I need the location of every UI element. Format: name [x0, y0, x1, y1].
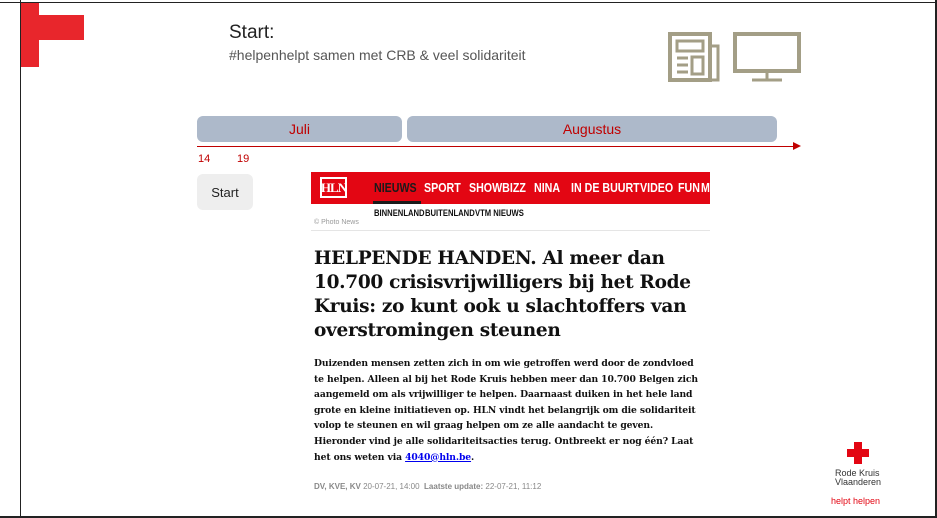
brand-name: Rode Kruis Vlaanderen — [835, 469, 881, 487]
brand-name-line2: Vlaanderen — [835, 477, 882, 487]
subnav-buitenland[interactable]: BUITENLAND — [425, 208, 475, 218]
tv-monitor-icon — [732, 31, 802, 87]
hln-navbar: HLN NIEUWS SPORT SHOWBIZZ NINA IN DE BUU… — [311, 172, 710, 204]
slide-title: Start: — [229, 22, 275, 43]
red-cross-icon — [847, 442, 869, 468]
nav-video[interactable]: VIDEO — [640, 180, 673, 195]
update-label: Laatste update: — [424, 482, 484, 491]
start-button[interactable]: Start — [197, 174, 253, 210]
article-meta: DV, KVE, KV 20-07-21, 14:00 Laatste upda… — [314, 482, 541, 491]
subnav-binnenland[interactable]: BINNENLAND — [374, 208, 425, 218]
timeline-arrow-icon — [793, 142, 801, 150]
article-date: 20-07-21, 14:00 — [363, 482, 420, 491]
update-date: 22-07-21, 11:12 — [485, 482, 542, 491]
article-body-text: Duizenden mensen zetten zich in om wie g… — [314, 358, 698, 463]
nav-nina[interactable]: NINA — [534, 180, 560, 195]
photo-credit: © Photo News — [314, 219, 359, 226]
hln-article: HLN NIEUWS SPORT SHOWBIZZ NINA IN DE BUU… — [311, 172, 710, 502]
slide: Start: #helpenhelpt samen met CRB & veel… — [0, 0, 937, 518]
nav-fun[interactable]: FUN — [678, 180, 700, 195]
nav-showbizz[interactable]: SHOWBIZZ — [469, 180, 526, 195]
article-authors: DV, KVE, KV — [314, 482, 361, 491]
nav-active-indicator — [373, 201, 421, 204]
article-body-end: . — [471, 451, 475, 463]
nav-in-de-buurt[interactable]: IN DE BUURT — [571, 180, 640, 195]
divider — [311, 230, 710, 231]
subnav-vtm-nieuws[interactable]: VTM NIEUWS — [475, 208, 524, 218]
nav-more[interactable]: M — [701, 180, 710, 195]
email-link[interactable]: 4040@hln.be — [405, 452, 471, 463]
hln-logo[interactable]: HLN — [320, 177, 347, 198]
month-augustus: Augustus — [407, 116, 777, 142]
day-19: 19 — [237, 153, 250, 165]
month-juli: Juli — [197, 116, 402, 142]
article-headline: HELPENDE HANDEN. Al meer dan 10.700 cris… — [314, 248, 691, 341]
red-accent-side — [39, 15, 84, 40]
timeline-axis — [197, 146, 793, 147]
brand-slogan: helpt helpen — [831, 496, 881, 506]
slide-top-border — [0, 2, 937, 3]
red-accent-top — [21, 3, 39, 67]
slide-left-border — [20, 0, 21, 518]
article-body: Duizenden mensen zetten zich in om wie g… — [314, 356, 702, 465]
slide-subtitle: #helpenhelpt samen met CRB & veel solida… — [229, 47, 526, 63]
nav-sport[interactable]: SPORT — [424, 180, 461, 195]
nav-nieuws[interactable]: NIEUWS — [374, 180, 417, 195]
day-14: 14 — [198, 153, 211, 165]
newspaper-icon — [668, 32, 720, 86]
